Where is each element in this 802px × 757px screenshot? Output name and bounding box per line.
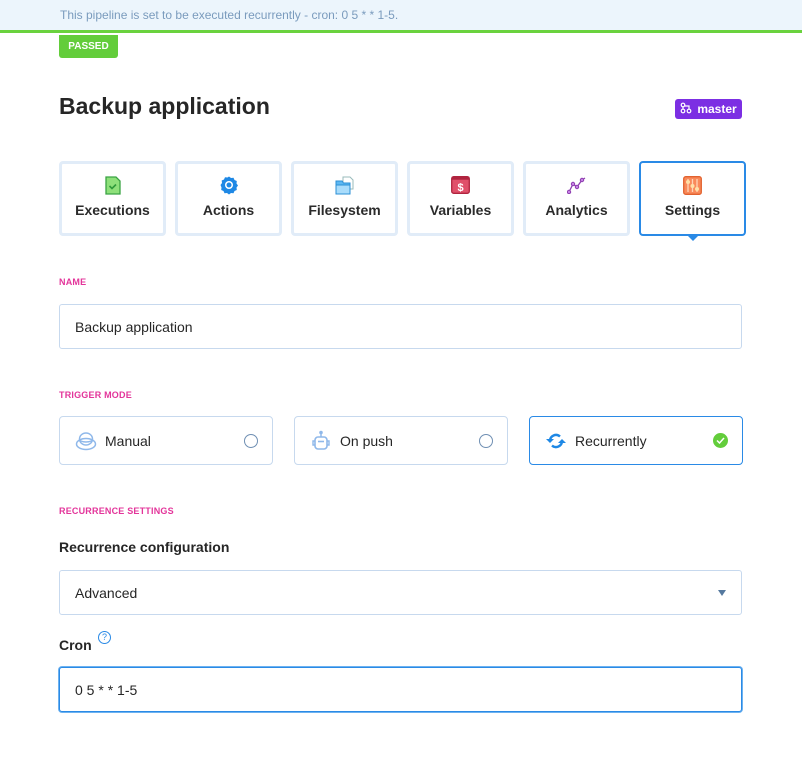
name-section-label: NAME xyxy=(59,277,87,287)
refresh-icon xyxy=(545,430,567,452)
tab-executions[interactable]: Executions xyxy=(59,161,166,236)
tab-label: Variables xyxy=(429,202,492,218)
caret-down-icon xyxy=(718,589,726,596)
tab-label: Filesystem xyxy=(308,202,381,218)
branch-icon xyxy=(680,102,692,117)
recurrence-configuration-select[interactable]: Advanced xyxy=(59,570,742,615)
branch-badge[interactable]: master xyxy=(675,99,742,119)
tab-settings[interactable]: Settings xyxy=(639,161,746,241)
branch-label: master xyxy=(697,102,737,116)
page-title: Backup application xyxy=(59,93,270,119)
radio-unchecked[interactable] xyxy=(479,433,493,448)
trigger-mode-options: Manual On push Recurrently xyxy=(59,416,743,465)
banner-text: This pipeline is set to be executed recu… xyxy=(60,8,399,22)
tab-label: Executions xyxy=(75,202,150,218)
tab-filesystem[interactable]: Filesystem xyxy=(291,161,398,236)
trigger-option-recurrently[interactable]: Recurrently xyxy=(529,416,743,465)
recurrence-settings-section-label: RECURRENCE SETTINGS xyxy=(59,506,174,516)
folder-icon xyxy=(335,175,355,195)
recurrence-configuration-label: Recurrence configuration xyxy=(59,539,230,555)
recurrence-info-banner: This pipeline is set to be executed recu… xyxy=(0,0,802,33)
tab-analytics[interactable]: Analytics xyxy=(523,161,630,236)
tab-variables[interactable]: $ Variables xyxy=(407,161,514,236)
trigger-option-label: On push xyxy=(340,432,393,449)
sliders-icon xyxy=(683,175,703,195)
trigger-option-label: Manual xyxy=(105,432,151,449)
cron-input[interactable] xyxy=(59,667,742,712)
line-chart-icon xyxy=(566,175,587,195)
help-icon[interactable]: ? xyxy=(98,631,111,644)
dollar-icon: $ xyxy=(451,175,471,195)
radio-checked-icon[interactable] xyxy=(713,433,728,448)
trigger-option-manual[interactable]: Manual xyxy=(59,416,273,465)
pipeline-tabs: Executions Actions Filesystem $ Variable… xyxy=(59,161,746,241)
tab-label: Analytics xyxy=(545,202,608,218)
trigger-option-on-push[interactable]: On push xyxy=(294,416,508,465)
cron-label: Cron xyxy=(59,637,92,653)
gear-icon xyxy=(219,175,239,195)
status-badge: PASSED xyxy=(59,35,118,58)
robot-icon xyxy=(310,430,332,452)
radio-unchecked[interactable] xyxy=(244,433,258,448)
tab-label: Settings xyxy=(664,202,721,218)
tab-actions[interactable]: Actions xyxy=(175,161,282,236)
select-value: Advanced xyxy=(75,584,138,601)
pipeline-name-input[interactable] xyxy=(59,304,742,349)
tab-label: Actions xyxy=(202,202,255,218)
hand-press-icon xyxy=(75,430,97,452)
trigger-option-label: Recurrently xyxy=(575,432,647,449)
file-check-icon xyxy=(103,175,123,195)
svg-text:$: $ xyxy=(457,182,463,194)
trigger-mode-section-label: TRIGGER MODE xyxy=(59,390,132,400)
